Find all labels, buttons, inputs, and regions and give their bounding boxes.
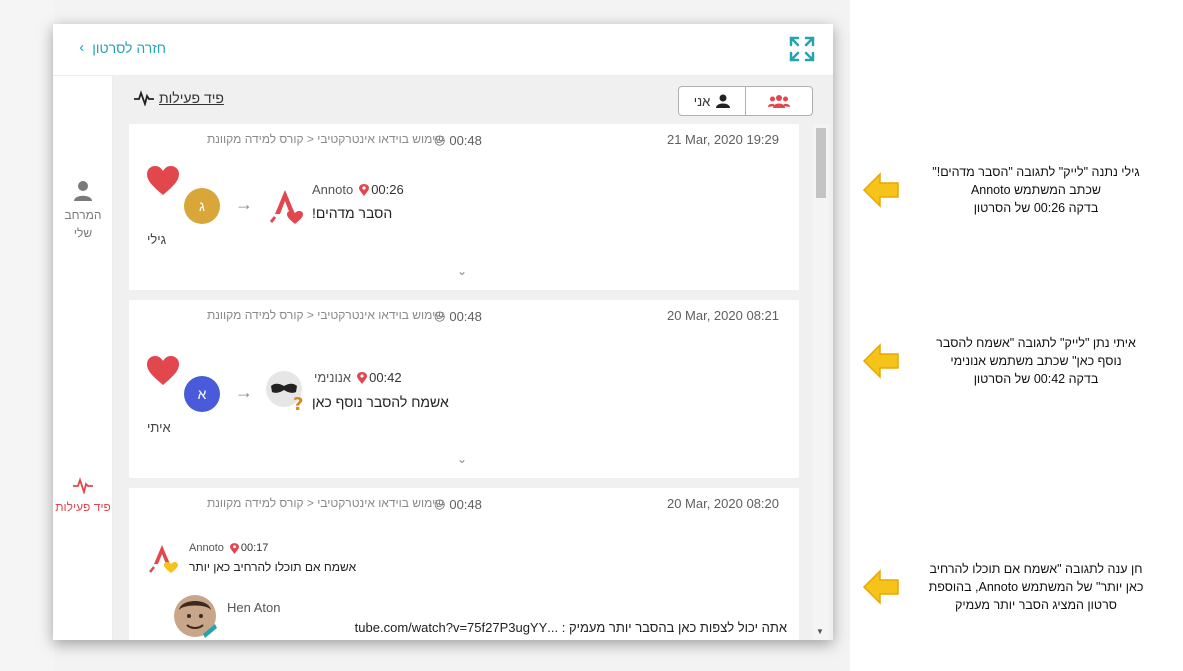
location-pin-icon	[357, 371, 368, 384]
reply-author: Hen Aton	[227, 600, 281, 615]
sidebar-item-my-space[interactable]: המרחב שלי	[53, 180, 113, 242]
comment-author-name: אנונימי	[314, 370, 352, 385]
panel-sidebar: המרחב שלי פיד פעילות	[53, 76, 113, 640]
annotation-line: איתי נתן "לייק" לתגובה "אשמח להסבר	[936, 336, 1136, 350]
feed-list: 21 Mar, 2020 19:29 ◷ 00:48 שימוש בוידאו …	[129, 124, 799, 640]
actor-name: גילי	[147, 232, 167, 247]
comment-timestamp[interactable]: 00:17	[229, 542, 269, 554]
annotation-text: חן ענה לתגובה "אשמח אם תוכלו להרחיב כאן …	[900, 560, 1172, 614]
pulse-icon	[134, 90, 154, 106]
feed-header: פיד פעילות אני	[113, 76, 833, 124]
arrow-left-icon	[862, 569, 899, 605]
chevron-right-icon: ›	[79, 39, 85, 56]
left-background	[0, 0, 55, 671]
svg-text:?: ?	[293, 394, 303, 412]
feed-scope-toggle: אני	[678, 86, 813, 116]
comment-text: אשמח אם תוכלו להרחיב כאן יותר	[189, 560, 357, 574]
comment-time-value: 00:42	[369, 370, 402, 385]
expand-icon[interactable]	[787, 34, 817, 64]
pulse-icon	[73, 477, 93, 494]
user-icon	[716, 94, 731, 108]
toggle-me-button[interactable]: אני	[679, 87, 746, 115]
location-pin-icon	[359, 183, 370, 196]
comment-author-name: Annoto	[312, 182, 354, 197]
annotation-text: גילי נתנה "לייק" לתגובה "הסבר מדהים!" שכ…	[900, 163, 1172, 217]
annoto-logo-icon	[149, 545, 178, 573]
annotation-line: חן ענה לתגובה "אשמח אם תוכלו להרחיב	[929, 562, 1143, 576]
scroll-down-arrow-icon[interactable]: ▼	[816, 627, 824, 636]
annotation-text: איתי נתן "לייק" לתגובה "אשמח להסבר נוסף …	[900, 334, 1172, 388]
feed-title: פיד פעילות	[133, 90, 224, 106]
annotation-callout: גילי נתנה "לייק" לתגובה "הסבר מדהים!" שכ…	[862, 163, 1172, 217]
arrow-right-icon: →	[235, 194, 253, 214]
annotation-line: בדקה 00:42 של הסרטון	[973, 372, 1099, 386]
actor-name: איתי	[147, 420, 171, 435]
screenshot-stage: חזרה לסרטון › המרחב שלי פיד פעילות פיד פ…	[0, 0, 1183, 671]
feed-title-text: פיד פעילות	[159, 90, 224, 106]
card-course: שימוש בוידאו אינטרקטיבי < קורס למידה מקו…	[206, 132, 444, 146]
annotation-line: גילי נתנה "לייק" לתגובה "הסבר מדהים!"	[932, 165, 1140, 179]
avatar: ג	[184, 188, 220, 224]
annotation-callout: חן ענה לתגובה "אשמח אם תוכלו להרחיב כאן …	[862, 560, 1172, 614]
feed-card[interactable]: 20 Mar, 2020 08:20 ◷ 00:48 שימוש בוידאו …	[129, 488, 799, 640]
comment-timestamp[interactable]: 00:42	[357, 370, 402, 385]
group-icon	[768, 95, 790, 108]
card-course: שימוש בוידאו אינטרקטיבי < קורס למידה מקו…	[206, 308, 444, 322]
annotation-line: בדקה 00:26 של הסרטון	[973, 201, 1099, 215]
sidebar-my-space-label-1: המרחב	[64, 208, 102, 222]
feed-content: פיד פעילות אני 21 Mar, 2020 19:29 ◷ 00:4…	[113, 76, 833, 640]
comment-text: הסבר מדהים!	[312, 205, 393, 221]
feed-card[interactable]: 20 Mar, 2020 08:21 ◷ 00:48 שימוש בוידאו …	[129, 300, 799, 478]
card-time-value: 00:48	[449, 308, 482, 324]
card-date: 20 Mar, 2020 08:20	[666, 496, 779, 511]
chevron-down-icon[interactable]: ⌄	[457, 452, 467, 466]
comment-time-value: 00:26	[371, 182, 404, 197]
chevron-down-icon[interactable]: ⌄	[457, 264, 467, 278]
toggle-group-button[interactable]	[746, 87, 812, 115]
sidebar-my-space-label-2: שלי	[73, 226, 93, 240]
comment-author: אנונימי 00:42	[314, 370, 402, 385]
annoto-logo-icon	[269, 190, 303, 224]
card-time-value: 00:48	[449, 132, 482, 148]
reply-author-name: Hen Aton	[227, 600, 281, 615]
card-time-value: 00:48	[449, 496, 482, 512]
reply-text: אתה יכול לצפות כאן בהסבר יותר מעמיק : ..…	[354, 620, 787, 635]
back-to-video-link[interactable]: חזרה לסרטון ›	[79, 39, 166, 56]
card-date: 20 Mar, 2020 08:21	[666, 308, 779, 323]
scrollbar-thumb[interactable]	[816, 128, 826, 198]
user-icon	[74, 181, 92, 201]
heart-icon	[147, 356, 179, 385]
location-pin-icon	[229, 542, 239, 554]
annotation-line: סרטון המציג הסבר יותר מעמיק	[955, 598, 1117, 612]
comment-author-name: Annoto	[189, 542, 224, 554]
arrow-left-icon	[862, 343, 899, 379]
back-label: חזרה לסרטון	[92, 39, 166, 56]
panel-topbar: חזרה לסרטון ›	[53, 24, 833, 76]
feed-scrollbar[interactable]: ▼	[813, 124, 829, 640]
arrow-right-icon: →	[235, 382, 253, 402]
avatar: א	[184, 376, 220, 412]
avatar	[174, 595, 217, 638]
comment-author: Annoto 00:26	[312, 182, 404, 197]
annotation-line: שכתב המשתמש Annoto	[970, 183, 1102, 197]
heart-icon	[147, 166, 179, 195]
sidebar-item-activity-feed[interactable]: פיד פעילות	[53, 476, 113, 516]
anonymous-avatar-icon: ?	[266, 371, 303, 412]
arrow-left-icon	[862, 172, 899, 208]
comment-timestamp[interactable]: 00:26	[359, 182, 404, 197]
feed-card[interactable]: 21 Mar, 2020 19:29 ◷ 00:48 שימוש בוידאו …	[129, 124, 799, 290]
toggle-me-label: אני	[693, 93, 711, 109]
comment-author: Annoto 00:17	[189, 542, 268, 554]
sidebar-feed-label: פיד פעילות	[55, 500, 111, 514]
card-course: שימוש בוידאו אינטרקטיבי < קורס למידה מקו…	[206, 496, 444, 510]
annotation-line: נוסף כאן" שכתב משתמש אנונימי	[950, 354, 1122, 368]
annotation-line: כאן יותר" של המשתמש Annoto, בהוספת	[928, 580, 1144, 594]
annotation-callout: איתי נתן "לייק" לתגובה "אשמח להסבר נוסף …	[862, 334, 1172, 388]
activity-panel: חזרה לסרטון › המרחב שלי פיד פעילות פיד פ…	[53, 24, 833, 640]
card-date: 21 Mar, 2020 19:29	[666, 132, 779, 147]
comment-text: אשמח להסבר נוסף כאן	[312, 394, 449, 410]
comment-time-value: 00:17	[240, 542, 269, 554]
